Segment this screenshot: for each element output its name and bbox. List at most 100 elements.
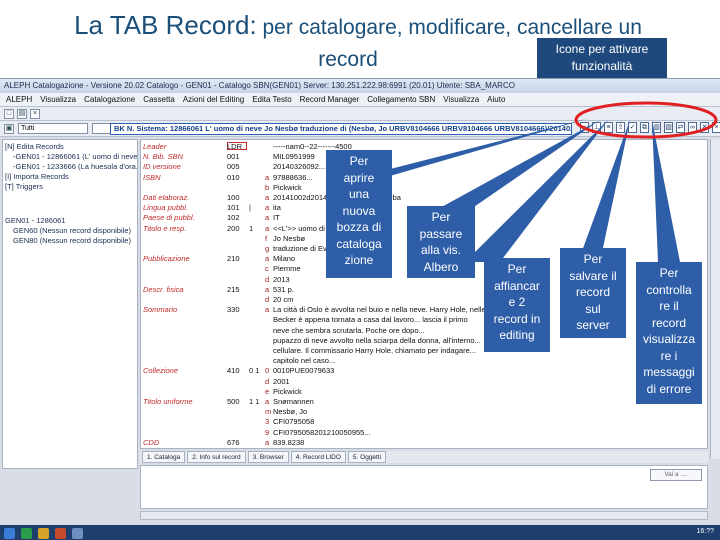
taskbar-app-icon[interactable] [21, 527, 32, 539]
tree-edit-records[interactable]: [N] Edita Records [5, 142, 135, 152]
print-icon[interactable]: ▥ [652, 122, 661, 133]
marc-field-row[interactable]: CDD 676 a 839.8238 [141, 437, 707, 447]
link-icon[interactable]: ∞ [688, 122, 697, 133]
open-icon[interactable]: ▤ [17, 108, 27, 119]
tree-triggers[interactable]: [T] Triggers [5, 182, 135, 192]
field-label: Paese di pubbl. [143, 213, 195, 223]
marc-field-row[interactable]: b Pickwick [141, 182, 707, 192]
field-value: Pickwick [273, 386, 302, 396]
field-value: Jo Nesbø [273, 233, 306, 243]
close-icon[interactable]: × [30, 108, 40, 119]
tab-record-lido[interactable]: 4. Record LIDO [290, 451, 346, 463]
field-subfield: b [265, 182, 270, 192]
callout-line: aprire [343, 170, 375, 185]
field-subfield: a [265, 437, 270, 447]
tree-subrecord[interactable]: GEN60 (Nessun record disponibile) [5, 226, 135, 236]
tree-icon[interactable]: ⊥ [592, 122, 601, 133]
save-icon[interactable]: ⇪ [616, 122, 625, 133]
menu-item[interactable]: Cassetta [143, 93, 175, 106]
taskbar-app-icon[interactable] [38, 527, 49, 539]
menu-item[interactable]: Collegamento SBN [367, 93, 435, 106]
new-icon[interactable]: □ [4, 108, 14, 119]
marc-field-row[interactable]: d 2001 [141, 377, 707, 386]
field-editor[interactable] [140, 465, 708, 509]
record-title-bar: BK N. Sistema: 12866061 L' uomo di neve … [110, 123, 572, 135]
new-record-icon[interactable]: ▭ [580, 122, 589, 133]
field-subfield: 9 [265, 427, 270, 437]
tree-gen-record[interactable]: GEN01 - 1286061 [5, 216, 135, 226]
callout-line: zione [344, 253, 374, 267]
marc-field-row[interactable]: e Pickwick [141, 386, 707, 396]
callout-line: bozza di [336, 220, 382, 234]
slide-title-main: La TAB Record: [74, 10, 257, 40]
marc-field-row[interactable]: Collezione 410 0 1 0 0010PUE0079633 [141, 366, 707, 376]
field-label: ID versione [143, 162, 181, 172]
field-value: Piemme [273, 264, 301, 274]
attach-icon[interactable]: ≡ [604, 122, 613, 133]
field-tag: 001 [227, 152, 240, 162]
marc-field-row[interactable]: ISBN 010 a 97888636... [141, 173, 707, 182]
menu-item[interactable]: Azioni del Editing [183, 93, 244, 106]
base-icon[interactable]: ▣ [4, 123, 14, 134]
menu-item[interactable]: Visualizza [443, 93, 479, 106]
field-tag: 102 [227, 213, 240, 223]
transfer-icon[interactable]: ⇄ [676, 122, 685, 133]
field-subfield: c [265, 264, 269, 274]
callout-line: passare [419, 226, 463, 241]
tree-import-records[interactable]: [I] Importa Records [5, 172, 135, 182]
callout-line: re il [659, 299, 679, 313]
menu-item[interactable]: Record Manager [300, 93, 360, 106]
callout-new-record: Per aprire una nuova bozza di cataloga zione [326, 150, 392, 278]
callout-tree: Per passare alla vis. Albero [407, 206, 475, 278]
tab-cataloga[interactable]: 1. Cataloga [142, 451, 186, 463]
field-value: IT [273, 213, 280, 223]
field-label: Descr. fisica [143, 284, 184, 294]
marc-field-row[interactable]: Titolo uniforme 500 1 1 a Snømannen [141, 397, 707, 406]
callout-line: e 2 [508, 295, 526, 309]
tab-oggetti[interactable]: 5. Oggetti [347, 451, 387, 463]
field-label: CDD [143, 437, 160, 447]
tab-info-record[interactable]: 2. Info sul record [187, 451, 246, 463]
vertical-scrollbar[interactable] [710, 139, 720, 459]
copy-icon[interactable]: ⧉ [640, 122, 649, 133]
callout-line: sul [585, 301, 601, 316]
goto-button[interactable]: Vai a .... [650, 469, 702, 481]
menu-item[interactable]: Catalogazione [84, 93, 135, 106]
field-value: 531 p. [273, 284, 294, 294]
menu-item[interactable]: Visualizza [40, 93, 76, 106]
field-value: cellulare. Il commissario Harry Hole, ch… [273, 346, 476, 355]
close-record-icon[interactable]: × [712, 122, 720, 133]
field-value: CFI0795058 [273, 417, 315, 427]
field-value: La città di Oslo è avvolta nel buio e ne… [273, 305, 514, 315]
menu-item[interactable]: ALEPH [6, 93, 32, 106]
field-value: 20140326092... [273, 162, 326, 172]
marc-field-row[interactable]: Dati elaboraz.100a20141002d2014----km-y0… [141, 193, 707, 202]
marc-field-row[interactable]: cellulare. Il commissario Harry Hole, ch… [141, 346, 707, 355]
marc-field-row[interactable]: m Nesbø, Jo [141, 407, 707, 416]
taskbar-app-icon[interactable] [55, 527, 66, 539]
marc-field-row[interactable]: Leader LDR -----nam0--22-------4500 [141, 142, 707, 151]
tree-record[interactable]: -GEN01 - 12866061 (L' uomo di neve /Jo [5, 152, 137, 162]
field-tag: 215 [227, 284, 240, 294]
field-tag: 330 [227, 305, 240, 315]
menu-item[interactable]: Edita Testo [252, 93, 291, 106]
field-label: Sommario [143, 305, 178, 315]
marc-field-row[interactable]: capitolo nel caso... [141, 356, 707, 365]
tree-subrecord[interactable]: GEN80 (Nessun record disponibile) [5, 236, 135, 246]
base-combo[interactable]: Tutti [18, 123, 88, 134]
marc-field-row[interactable]: N. Bib. SBN 001 MIL0951999 [141, 152, 707, 162]
callout-line: Per [659, 266, 679, 280]
tree-record[interactable]: -GEN01 - 1233666 (La huesola d'ora... [5, 162, 137, 172]
menu-item[interactable]: Aiuto [487, 93, 505, 106]
start-icon[interactable] [4, 527, 15, 539]
marc-field-row[interactable]: ID versione 005 20140326092... [141, 162, 707, 172]
taskbar-app-icon[interactable] [72, 527, 83, 539]
delete-icon[interactable]: ✕ [700, 122, 709, 133]
field-value: 0010PUE0079633 [273, 366, 335, 376]
tab-browser[interactable]: 3. Browser [247, 451, 289, 463]
horizontal-scrollbar[interactable] [140, 511, 708, 520]
marc-field-row[interactable]: 9 CFI0795058201210050955... [141, 427, 707, 437]
check-icon[interactable]: ✓ [628, 122, 637, 133]
marc-field-row[interactable]: 3 CFI0795058 [141, 417, 707, 427]
image-icon[interactable]: ▧ [664, 122, 673, 133]
